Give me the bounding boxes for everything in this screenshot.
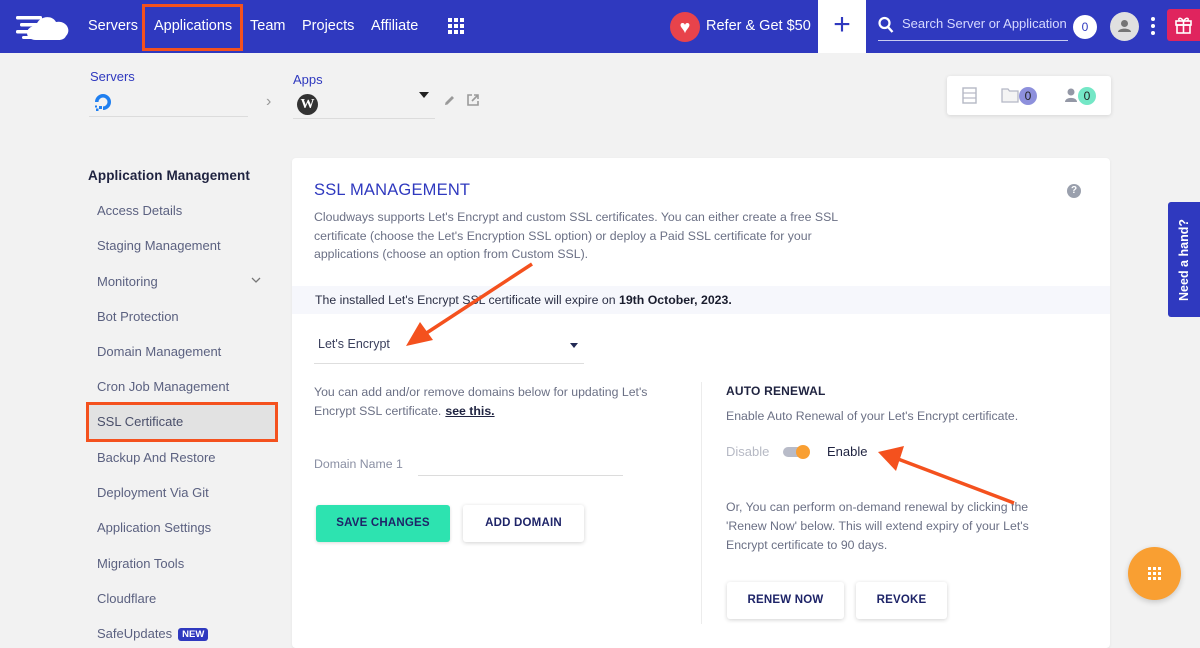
files-count-badge: 0 bbox=[1019, 87, 1037, 105]
applications-highlight bbox=[142, 4, 243, 51]
help-icon[interactable]: ? bbox=[1067, 184, 1081, 198]
apps-fab-button[interactable] bbox=[1128, 547, 1181, 600]
more-options-icon[interactable] bbox=[1151, 17, 1155, 35]
revoke-button[interactable]: REVOKE bbox=[856, 582, 947, 619]
add-button[interactable]: + bbox=[818, 0, 866, 53]
domains-description: You can add and/or remove domains below … bbox=[314, 383, 674, 421]
external-link-icon[interactable] bbox=[466, 93, 480, 107]
ssl-provider-value: Let's Encrypt bbox=[318, 337, 390, 351]
refer-link[interactable]: Refer & Get $50 bbox=[706, 18, 811, 34]
ssl-management-card: SSL MANAGEMENT ? Cloudways supports Let'… bbox=[292, 158, 1110, 648]
new-badge: NEW bbox=[178, 628, 209, 641]
caret-down-icon[interactable] bbox=[419, 92, 429, 98]
cloudways-logo[interactable] bbox=[14, 10, 72, 42]
heart-icon[interactable]: ♥ bbox=[670, 12, 700, 42]
expiry-date: 19th October, 2023. bbox=[619, 293, 732, 307]
ssl-description: Cloudways supports Let's Encrypt and cus… bbox=[314, 210, 838, 261]
sidebar-item-domain-management[interactable]: Domain Management bbox=[97, 344, 221, 359]
sidebar-item-cron-job-management[interactable]: Cron Job Management bbox=[97, 379, 229, 394]
grid-icon bbox=[1148, 567, 1161, 580]
sidebar-item-backup-and-restore[interactable]: Backup And Restore bbox=[97, 450, 216, 465]
users-count-badge: 0 bbox=[1078, 87, 1096, 105]
notification-badge[interactable]: 0 bbox=[1073, 15, 1097, 39]
search-bar bbox=[878, 13, 1068, 41]
page-title: SSL MANAGEMENT bbox=[314, 181, 471, 199]
sidebar-item-monitoring[interactable]: Monitoring bbox=[97, 274, 158, 289]
sidebar-item-ssl-certificate[interactable]: SSL Certificate bbox=[97, 414, 183, 429]
wordpress-icon: W bbox=[297, 94, 318, 115]
pencil-icon[interactable] bbox=[443, 94, 456, 107]
auto-renewal-title: AUTO RENEWAL bbox=[726, 384, 826, 398]
sidebar-item-safeupdates[interactable]: SafeUpdates NEW bbox=[97, 626, 209, 641]
gift-button[interactable] bbox=[1167, 9, 1200, 41]
caret-down-icon bbox=[570, 343, 578, 348]
chevron-right-icon: › bbox=[266, 93, 272, 110]
expiry-notice: The installed Let's Encrypt SSL certific… bbox=[292, 286, 1110, 314]
sidebar-title: Application Management bbox=[88, 168, 250, 183]
nav-team[interactable]: Team bbox=[250, 18, 285, 34]
domain-name-input[interactable] bbox=[418, 450, 623, 476]
auto-renewal-description: Enable Auto Renewal of your Let's Encryp… bbox=[726, 409, 1019, 423]
list-icon[interactable] bbox=[962, 87, 977, 104]
gift-icon bbox=[1175, 17, 1192, 34]
top-navbar: Servers Applications Team Projects Affil… bbox=[0, 0, 1200, 53]
sidebar-item-migration-tools[interactable]: Migration Tools bbox=[97, 556, 184, 571]
avatar[interactable] bbox=[1110, 12, 1139, 41]
expiry-text: The installed Let's Encrypt SSL certific… bbox=[315, 293, 732, 307]
renew-now-button[interactable]: RENEW NOW bbox=[727, 582, 844, 619]
ssl-provider-select[interactable]: Let's Encrypt bbox=[314, 328, 584, 364]
need-a-hand-tab[interactable]: Need a hand? bbox=[1168, 202, 1200, 317]
sidebar-item-label: SafeUpdates bbox=[97, 626, 173, 641]
sidebar-item-application-settings[interactable]: Application Settings bbox=[97, 520, 211, 535]
see-this-link[interactable]: see this. bbox=[445, 404, 494, 418]
apps-grid-icon[interactable] bbox=[448, 18, 464, 34]
apps-breadcrumb-label: Apps bbox=[293, 72, 323, 87]
nav-servers[interactable]: Servers bbox=[88, 18, 138, 34]
toggle-knob bbox=[796, 445, 810, 459]
sidebar-item-deployment-via-git[interactable]: Deployment Via Git bbox=[97, 485, 209, 500]
sidebar-item-cloudflare[interactable]: Cloudflare bbox=[97, 591, 156, 606]
user-icon bbox=[1118, 20, 1131, 32]
sidebar-item-staging-management[interactable]: Staging Management bbox=[97, 238, 221, 253]
nav-projects[interactable]: Projects bbox=[302, 18, 354, 34]
expiry-prefix: The installed Let's Encrypt SSL certific… bbox=[315, 293, 619, 307]
auto-renewal-toggle[interactable] bbox=[783, 445, 811, 459]
nav-affiliate[interactable]: Affiliate bbox=[371, 18, 418, 34]
servers-breadcrumb-label: Servers bbox=[90, 69, 135, 84]
on-demand-renewal-description: Or, You can perform on-demand renewal by… bbox=[726, 500, 1029, 552]
chevron-down-icon[interactable] bbox=[251, 275, 261, 285]
search-icon bbox=[878, 16, 894, 33]
divider bbox=[701, 382, 702, 624]
sidebar-item-bot-protection[interactable]: Bot Protection bbox=[97, 309, 179, 324]
sidebar-item-access-details[interactable]: Access Details bbox=[97, 203, 182, 218]
user-icon[interactable] bbox=[1064, 87, 1078, 104]
toggle-off-label: Disable bbox=[726, 444, 770, 459]
folder-icon[interactable] bbox=[1001, 87, 1019, 103]
toggle-on-label: Enable bbox=[827, 444, 868, 459]
need-a-hand-label: Need a hand? bbox=[1177, 218, 1191, 301]
add-domain-button[interactable]: ADD DOMAIN bbox=[463, 505, 584, 542]
save-changes-button[interactable]: SAVE CHANGES bbox=[316, 505, 450, 542]
quick-links: 0 0 bbox=[947, 76, 1111, 115]
domain-name-label: Domain Name 1 bbox=[314, 457, 403, 471]
search-input[interactable] bbox=[902, 16, 1068, 31]
digitalocean-icon bbox=[95, 94, 111, 111]
